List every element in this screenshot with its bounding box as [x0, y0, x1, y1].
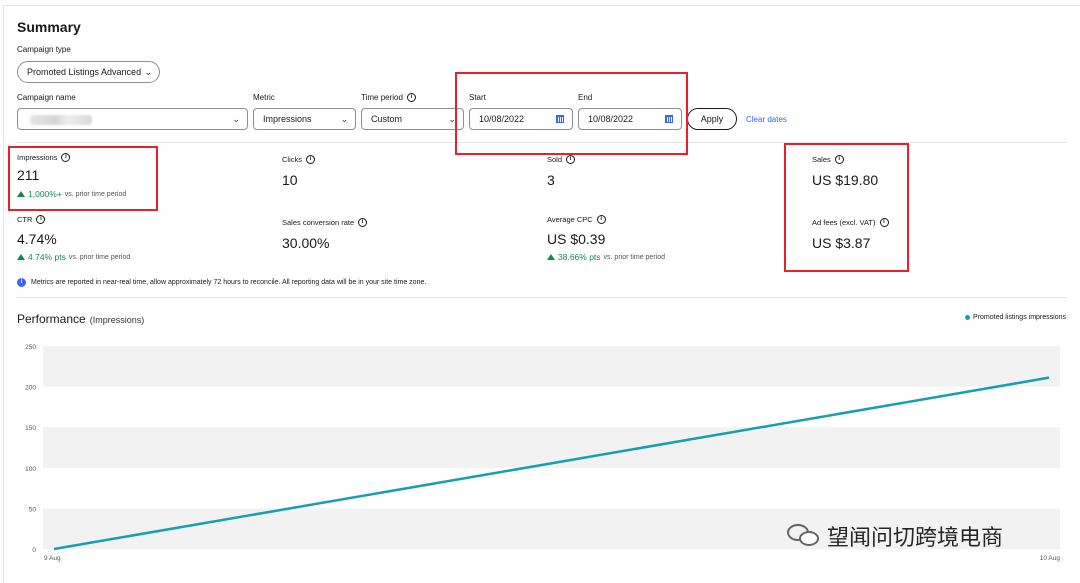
page-title: Summary — [17, 19, 81, 35]
metric-select[interactable]: Impressions ⌄ — [253, 108, 356, 130]
clear-dates-link[interactable]: Clear dates — [746, 115, 787, 124]
reporting-note-text: Metrics are reported in near-real time, … — [31, 279, 427, 286]
grid-band — [43, 427, 1060, 468]
sold-label: Sold — [547, 155, 563, 164]
divider — [17, 297, 1067, 298]
legend-swatch — [965, 315, 971, 320]
up-triangle-icon — [547, 254, 555, 260]
y-tick-label: 50 — [29, 506, 37, 513]
y-tick-label: 0 — [32, 547, 36, 554]
campaign-name-label: Campaign name — [17, 93, 76, 102]
y-tick-label: 150 — [25, 425, 36, 432]
campaign-type-value: Promoted Listings Advanced — [27, 67, 142, 77]
cpc-value: US $0.39 — [547, 231, 606, 247]
performance-title-wrap: Performance (Impressions) — [17, 312, 144, 326]
chevron-down-icon: ⌄ — [232, 114, 240, 124]
y-tick-label: 200 — [25, 385, 36, 392]
info-icon[interactable]: i — [596, 215, 606, 224]
highlight-box-dates — [455, 72, 688, 155]
info-icon[interactable]: i — [36, 215, 46, 224]
wechat-icon — [787, 522, 821, 550]
cpc-label-wrap: Average CPC i — [547, 215, 606, 224]
cpc-delta: 38.66% pts vs. prior time period — [547, 252, 665, 262]
metric-label: Metric — [253, 93, 275, 102]
watermark-text: 望闻问切跨境电商 — [827, 525, 1004, 550]
legend-label: Promoted listings impressions — [973, 314, 1066, 321]
watermark: 望闻问切跨境电商 — [787, 520, 1003, 552]
time-period-label-wrap: Time period i — [361, 93, 416, 102]
cpc-label: Average CPC — [547, 215, 593, 224]
x-tick-label: 10 Aug — [1040, 555, 1061, 562]
highlight-box-impressions — [8, 146, 158, 211]
info-icon: i — [17, 278, 26, 287]
chevron-down-icon: ⌄ — [144, 67, 152, 77]
time-period-value: Custom — [371, 114, 403, 124]
y-tick-label: 250 — [25, 344, 36, 351]
conversion-label: Sales conversion rate — [282, 218, 355, 227]
chevron-down-icon: ⌄ — [340, 114, 348, 124]
cpc-delta-value: 38.66% pts — [558, 252, 601, 262]
clicks-label: Clicks — [282, 155, 302, 164]
ctr-label: CTR — [17, 215, 33, 224]
info-icon[interactable]: i — [306, 155, 315, 164]
cpc-delta-sub: vs. prior time period — [603, 253, 665, 261]
apply-button[interactable]: Apply — [687, 108, 737, 130]
ctr-value: 4.74% — [17, 231, 57, 247]
highlight-box-sales — [784, 143, 909, 272]
ctr-label-wrap: CTR i — [17, 215, 46, 224]
x-tick-label: 9 Aug — [44, 555, 61, 562]
y-tick-label: 100 — [25, 466, 36, 473]
up-triangle-icon — [17, 254, 25, 260]
clicks-label-wrap: Clicks i — [282, 155, 315, 164]
campaign-type-label: Campaign type — [17, 45, 71, 54]
ctr-delta-value: 4.74% pts — [28, 252, 66, 262]
time-period-select[interactable]: Custom ⌄ — [361, 108, 464, 130]
metric-value: Impressions — [263, 114, 312, 124]
chart-legend[interactable]: Promoted listings impressions — [965, 314, 1066, 321]
campaign-name-select[interactable]: ⌄ — [17, 108, 248, 130]
grid-band — [43, 346, 1060, 387]
sold-value: 3 — [547, 172, 555, 188]
conversion-value: 30.00% — [282, 235, 330, 251]
campaign-type-select[interactable]: Promoted Listings Advanced ⌄ — [17, 61, 160, 83]
ctr-delta-sub: vs. prior time period — [68, 253, 131, 261]
ctr-delta: 4.74% pts vs. prior time period — [17, 252, 130, 262]
reporting-note: i Metrics are reported in near-real time… — [17, 278, 426, 287]
performance-title: Performance — [17, 312, 86, 326]
performance-subtitle: (Impressions) — [89, 315, 145, 325]
info-icon[interactable]: i — [566, 155, 576, 164]
info-icon[interactable]: i — [406, 93, 416, 102]
time-period-label: Time period — [361, 93, 403, 102]
conversion-label-wrap: Sales conversion rate i — [282, 218, 368, 227]
clicks-value: 10 — [282, 172, 298, 188]
blurred-campaign-name — [30, 115, 92, 125]
info-icon[interactable]: i — [358, 218, 368, 227]
sold-label-wrap: Sold i — [547, 155, 576, 164]
